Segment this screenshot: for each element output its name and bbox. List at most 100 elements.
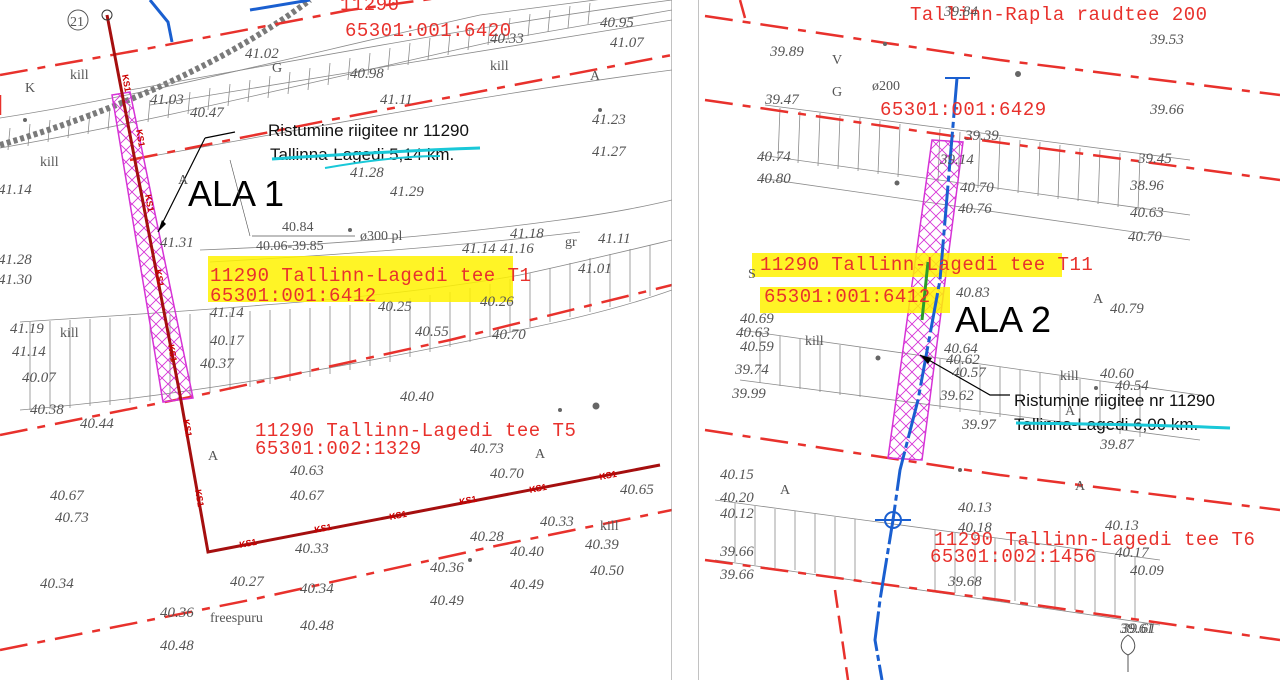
elevation-label: 39.62 xyxy=(939,388,974,404)
elevation-label: 40.40 xyxy=(400,389,434,405)
elevation-label: 40.07 xyxy=(22,370,57,386)
area-label-ala2: ALA 2 xyxy=(955,299,1051,340)
elevation-label: 39.99 xyxy=(731,386,766,402)
elevation-label: 39.53 xyxy=(1149,32,1184,48)
elevation-label: 40.13 xyxy=(1105,518,1139,534)
elevation-label: 40.37 xyxy=(200,356,235,372)
terrain-term: K xyxy=(25,81,35,96)
elevation-label: 40.34 xyxy=(40,576,74,592)
dim-top: 40.84 xyxy=(282,220,314,235)
elevation-label: 39.66 xyxy=(1149,102,1184,118)
elevation-label: 40.70 xyxy=(490,466,524,482)
parcel-code-t1: 65301:001:6412 xyxy=(210,285,377,307)
terrain-term: S xyxy=(748,267,756,282)
terrain-term: kill xyxy=(40,155,59,170)
elevation-label: 40.48 xyxy=(160,638,194,654)
elevation-label: 40.70 xyxy=(492,327,526,343)
elevation-label: 40.47 xyxy=(190,105,225,121)
elevation-label: 40.33 xyxy=(540,514,574,530)
elevation-label: 40.63 xyxy=(290,463,324,479)
callout-line1-ala1: Ristumine riigitee nr 11290 xyxy=(268,121,469,140)
parcel-code-top: 65301:001:6420 xyxy=(345,20,512,42)
elevation-label: 40.63 xyxy=(1130,205,1164,221)
elevation-label: 39.68 xyxy=(947,574,982,590)
pipe-note-left: ø300 pl xyxy=(360,229,403,244)
elevation-label: 39.97 xyxy=(961,417,997,433)
elevation-label: 40.73 xyxy=(470,441,504,457)
elevation-label: 40.83 xyxy=(956,285,990,301)
dim-bottom: 40.06-39.85 xyxy=(256,239,324,254)
elevation-label: 40.48 xyxy=(300,618,334,634)
elevation-label: 40.09 xyxy=(1130,563,1164,579)
marker-label: 21 xyxy=(70,15,84,30)
elevation-label: 40.79 xyxy=(1110,301,1144,317)
elevation-label: 40.49 xyxy=(510,577,544,593)
elevation-label: 40.15 xyxy=(720,467,754,483)
elevation-label: 41.31 xyxy=(160,235,194,251)
elevation-label: 40.20 xyxy=(720,490,754,506)
elevation-label: 41.28 xyxy=(350,165,384,181)
elevation-label: 39.66 xyxy=(719,544,754,560)
terrain-term: A xyxy=(208,449,219,464)
elevation-label: 40.70 xyxy=(1128,229,1162,245)
elevation-label: 40.73 xyxy=(55,510,89,526)
elevation-label: 40.28 xyxy=(470,529,504,545)
elevation-label: 40.67 xyxy=(50,488,85,504)
elevation-label: 41.23 xyxy=(592,112,626,128)
elevation-label: 40.50 xyxy=(590,563,624,579)
elevation-label: 40.57 xyxy=(952,365,987,381)
panel-ala1: 21 KS1 KS1 KS1 KS1 KS1 KS1 KS1 KS1 KS1 K… xyxy=(0,0,672,680)
terrain-term: kill xyxy=(805,334,824,349)
elevation-label: 40.36 xyxy=(430,560,464,576)
elevation-label: 39.14 xyxy=(939,152,974,168)
terrain-term: kill xyxy=(1060,369,1079,384)
elevation-label: 41.30 xyxy=(0,272,32,288)
elevation-label: 41.11 xyxy=(598,231,631,247)
elevation-label: 40.12 xyxy=(720,506,754,522)
terrain-term: A xyxy=(1093,292,1104,307)
elevation-label: 40.34 xyxy=(300,581,334,597)
terrain-term: kill xyxy=(60,326,79,341)
parcel-code-t11: 65301:001:6412 xyxy=(764,286,931,308)
elevation-label: 40.17 xyxy=(210,333,245,349)
elevation-label: 41.02 xyxy=(245,46,279,62)
terrain-term: A xyxy=(1065,404,1076,419)
elevation-label: 40.26 xyxy=(480,294,514,310)
terrain-term: A xyxy=(590,69,601,84)
terrain-term: kill xyxy=(490,59,509,74)
terrain-term: kill xyxy=(70,68,89,83)
elevation-label: 41.28 xyxy=(0,252,32,268)
terrain-term: gr xyxy=(565,235,577,250)
elevation-label: 41.14 xyxy=(12,344,46,360)
elevation-label: 39.66 xyxy=(719,567,754,583)
elevation-label: 40.27 xyxy=(230,574,265,590)
area-label-ala1: ALA 1 xyxy=(188,173,284,214)
elevation-label: 40.44 xyxy=(80,416,114,432)
elevation-label: 41.16 xyxy=(500,241,534,257)
parcel-name-t11: 11290 Tallinn-Lagedi tee T11 xyxy=(760,254,1093,276)
terrain-term: A xyxy=(535,447,546,462)
elevation-label: 39.74 xyxy=(734,362,769,378)
elevation-label: 40.65 xyxy=(620,482,654,498)
elevation-label: 40.33 xyxy=(490,31,524,47)
elevation-label: 39.39 xyxy=(964,128,999,144)
parcel-code-rail: 65301:001:6429 xyxy=(880,99,1047,121)
elevation-label: 40.33 xyxy=(295,541,329,557)
elevation-label: 41.07 xyxy=(610,35,645,51)
elevation-label: 41.14 xyxy=(210,305,244,321)
terrain-term: V xyxy=(832,53,842,68)
elevation-label: 40.70 xyxy=(960,180,994,196)
elevation-label: 40.59 xyxy=(740,339,774,355)
terrain-term: G xyxy=(832,85,842,100)
elevation-label: 39.89 xyxy=(769,44,804,60)
elevation-label: 41.27 xyxy=(592,144,627,160)
elevation-label: 39.45 xyxy=(1137,151,1172,167)
elevation-label: 41.01 xyxy=(578,261,612,277)
elevation-label: 40.38 xyxy=(30,402,64,418)
elevation-label: 41.14 xyxy=(462,241,496,257)
elevation-label: 41.18 xyxy=(510,226,544,242)
parcel-code-t6: 65301:002:1456 xyxy=(930,546,1097,568)
topographic-map: 21 KS1 KS1 KS1 KS1 KS1 KS1 KS1 KS1 KS1 K… xyxy=(0,0,1280,680)
elevation-label: 40.67 xyxy=(290,488,325,504)
elevation-label: 41.19 xyxy=(10,321,44,337)
